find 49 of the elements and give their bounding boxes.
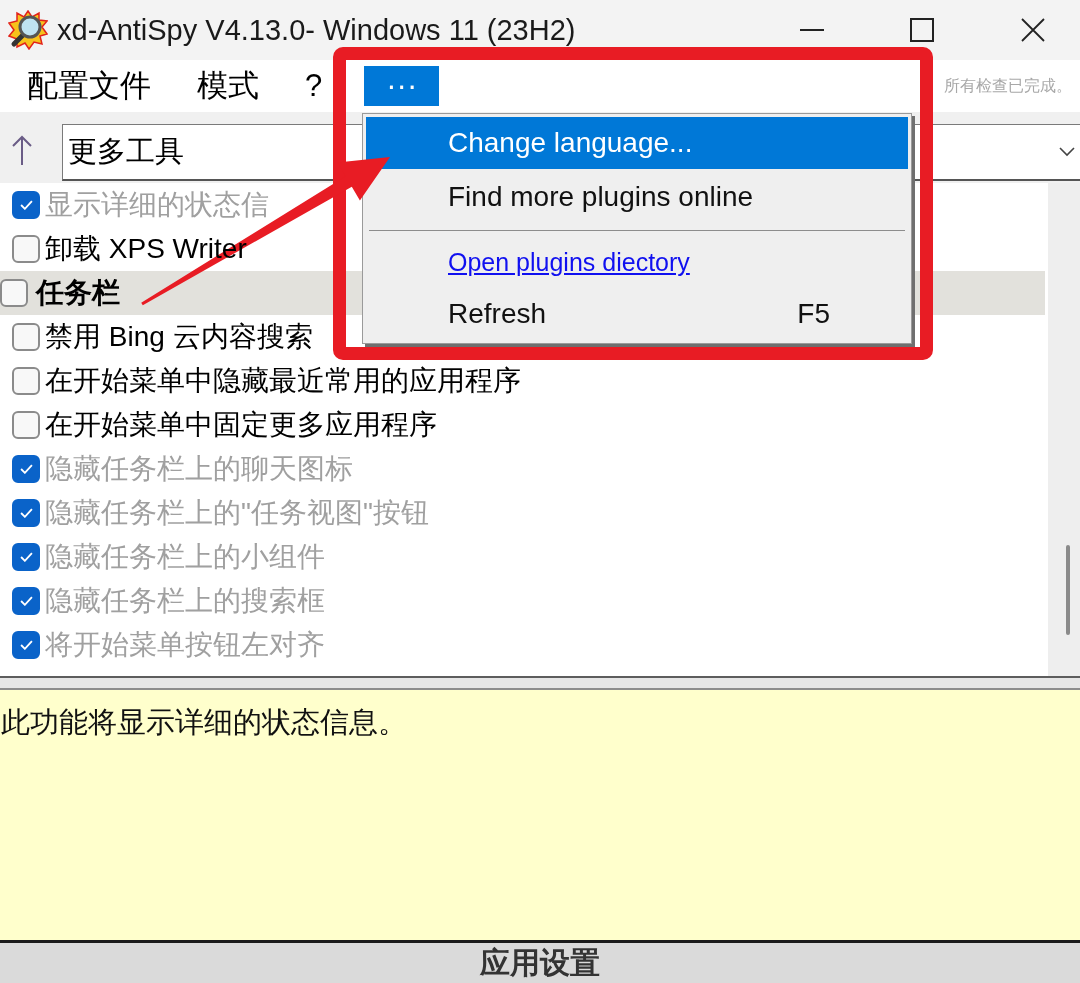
apply-button[interactable]: 应用设置 — [0, 940, 1080, 983]
checkbox[interactable] — [12, 235, 40, 263]
checkmark-icon — [19, 508, 33, 518]
menu-option[interactable]: Refresh F5 — [366, 288, 908, 340]
checkbox[interactable] — [12, 499, 40, 527]
checkbox[interactable] — [12, 587, 40, 615]
description-text: 此功能将显示详细的状态信息。 — [0, 705, 407, 739]
setting-label: 隐藏任务栏上的"任务视图"按钮 — [45, 497, 429, 529]
checkbox[interactable] — [12, 367, 40, 395]
checkmark-icon — [19, 640, 33, 650]
setting-label: 显示详细的状态信 — [45, 189, 269, 221]
window-title: xd-AntiSpy V4.13.0- Windows 11 (23H2) — [57, 13, 576, 47]
maximize-icon — [910, 18, 934, 42]
up-arrow-icon — [10, 134, 34, 166]
checkmark-icon — [19, 464, 33, 474]
checkbox[interactable] — [12, 323, 40, 351]
setting-label: 隐藏任务栏上的小组件 — [45, 541, 325, 573]
menu-link[interactable]: Open plugins diectory — [366, 238, 908, 286]
checkbox[interactable] — [12, 455, 40, 483]
close-icon — [1021, 18, 1045, 42]
magnifier-icon — [8, 10, 48, 50]
scrollbar-track[interactable] — [1048, 183, 1080, 676]
menu-item[interactable]: 配置文件 — [23, 66, 155, 106]
menu-item[interactable]: 模式 — [193, 66, 263, 106]
checkbox[interactable] — [12, 191, 40, 219]
menu-item[interactable]: ? — [301, 66, 327, 106]
checkbox[interactable] — [12, 543, 40, 571]
checkbox[interactable] — [12, 631, 40, 659]
checkbox[interactable] — [12, 411, 40, 439]
status-text: 所有检查已完成。 — [944, 75, 1073, 96]
setting-label: 在开始菜单中隐藏最近常用的应用程序 — [45, 365, 521, 397]
setting-label: 隐藏任务栏上的聊天图标 — [45, 453, 353, 485]
splitter-bar[interactable] — [0, 676, 1080, 690]
checkmark-icon — [19, 552, 33, 562]
checkmark-icon — [19, 200, 33, 210]
chevron-down-icon — [1059, 147, 1075, 157]
menu-option[interactable]: Find more plugins online — [366, 171, 908, 223]
minimize-icon — [800, 29, 824, 31]
checkbox[interactable] — [0, 279, 28, 307]
checkmark-icon — [19, 596, 33, 606]
shortcut-hint: F5 — [797, 298, 830, 330]
setting-label: 隐藏任务栏上的搜索框 — [45, 585, 325, 617]
menu-item[interactable]: ··· — [364, 66, 440, 106]
setting-label: 禁用 Bing 云内容搜索 — [45, 321, 313, 353]
setting-label: 在开始菜单中固定更多应用程序 — [45, 409, 437, 441]
menu-option[interactable]: Change language... — [366, 117, 908, 169]
setting-label: 将开始菜单按钮左对齐 — [45, 629, 325, 661]
group-label: 任务栏 — [36, 277, 120, 309]
scrollbar-thumb[interactable] — [1066, 545, 1070, 635]
